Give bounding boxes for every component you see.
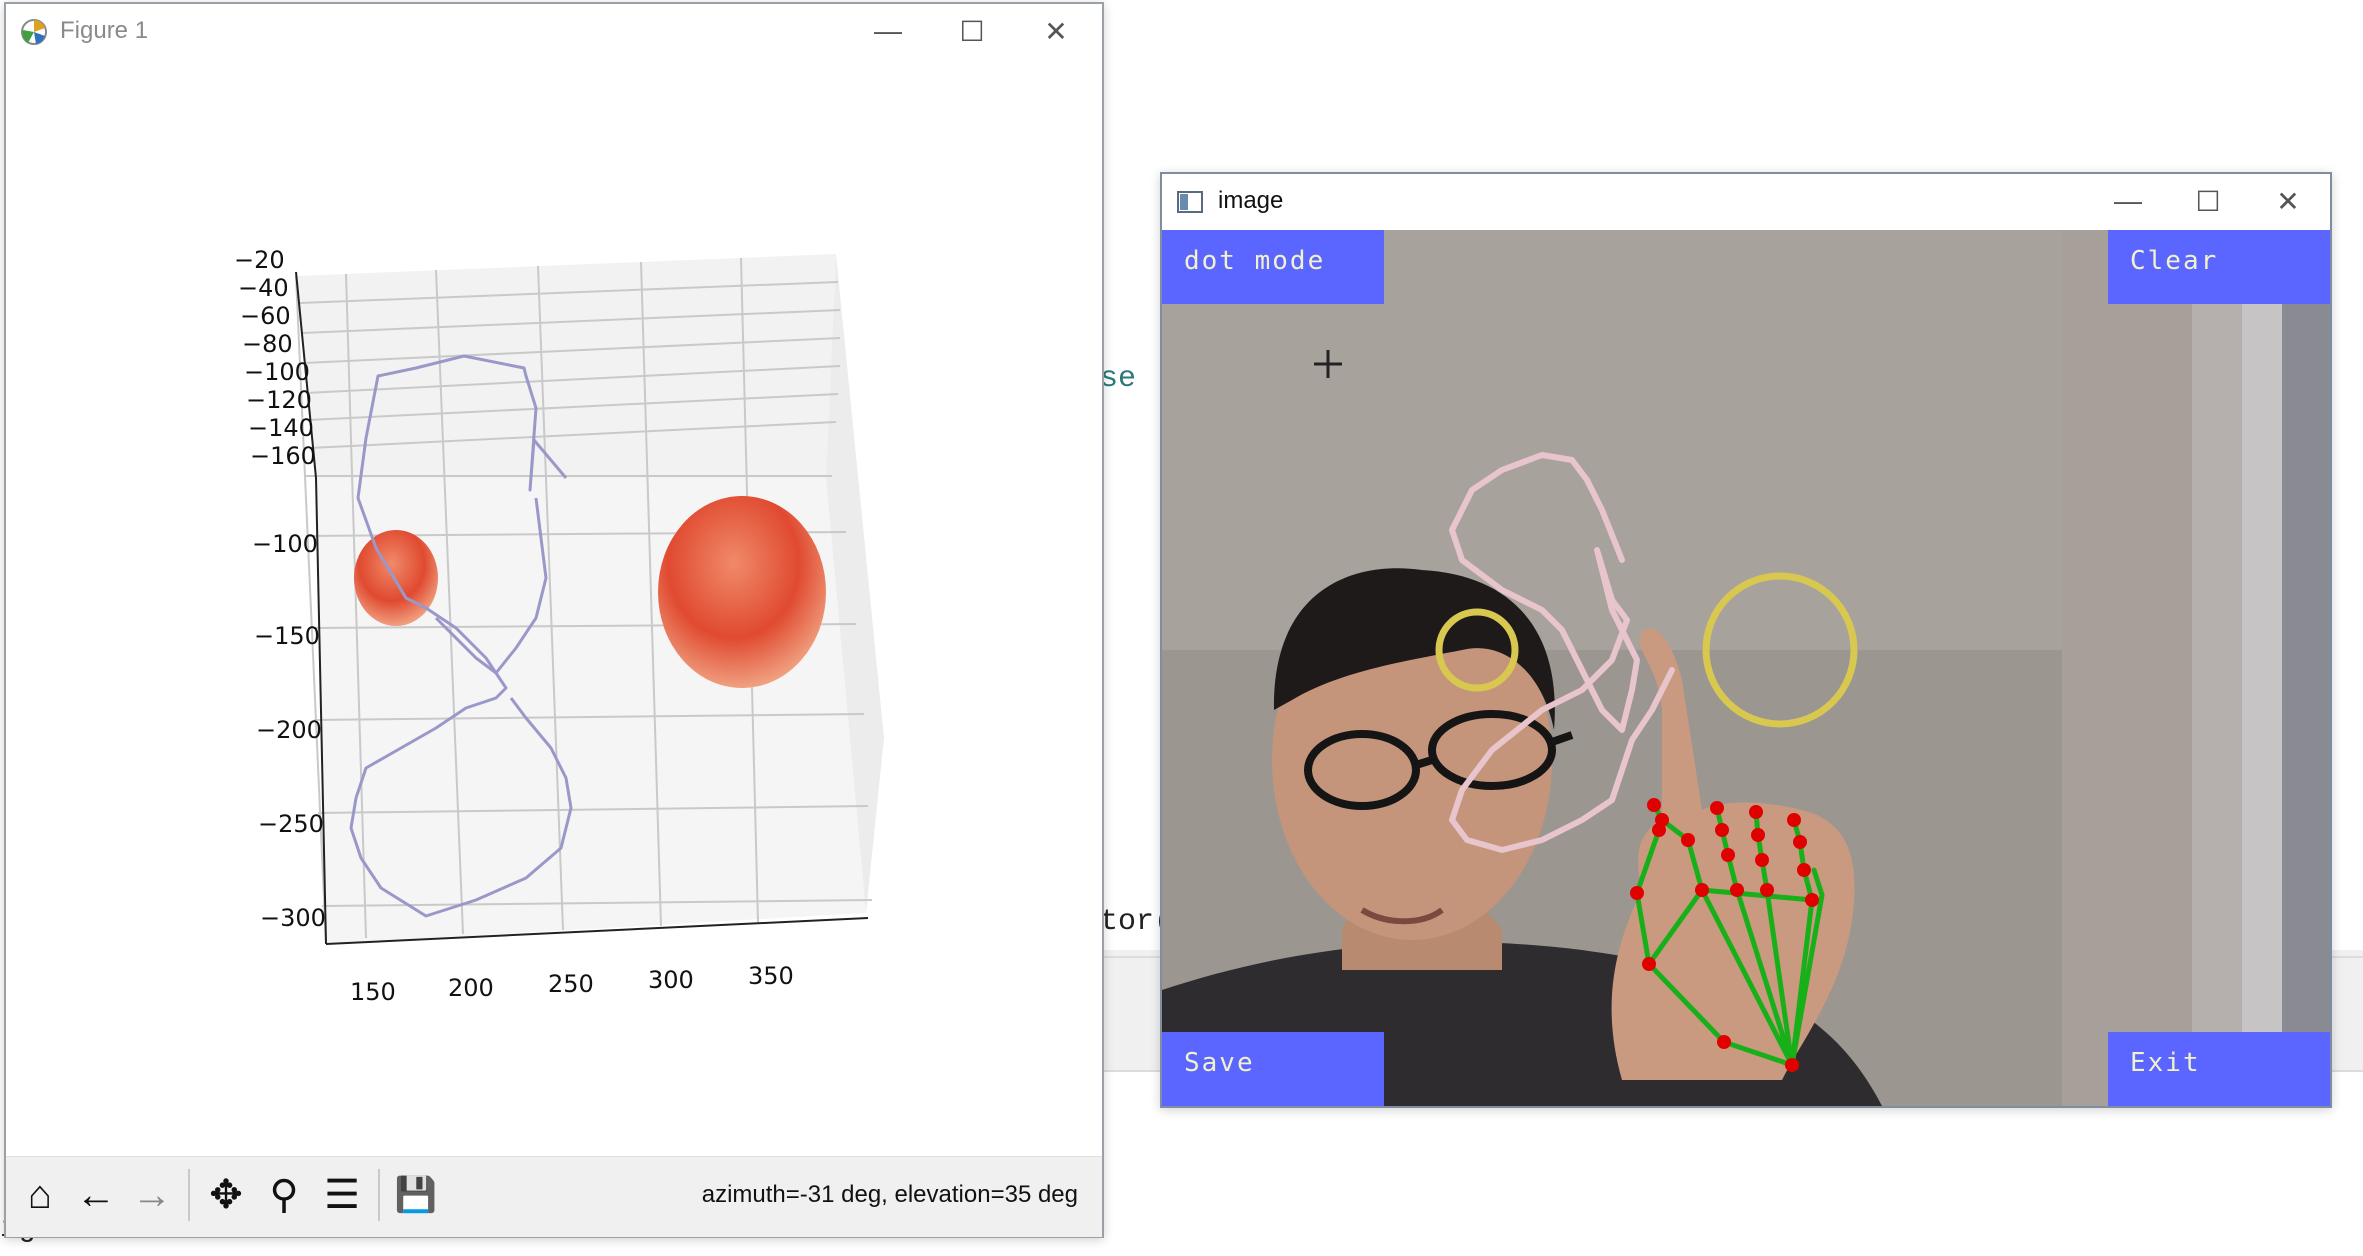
minimize-icon[interactable]: — [848,4,928,58]
z-tick: −140 [248,414,314,442]
navigation-toolbar: ⌂ ← → ✥ ⚲ ☰ 💾 azimuth=-31 deg, elevation… [6,1156,1102,1237]
toolbar-separator [378,1169,380,1221]
y-tick: −200 [256,716,322,744]
exit-label: Exit [2130,1048,2201,1078]
z-tick: −120 [246,386,312,414]
x-axis-ticks: 150 200 250 300 350 [350,962,794,1006]
y-tick: −300 [260,904,326,932]
plot-canvas[interactable]: −20 −40 −60 −80 −100 −120 −140 −160 −100… [6,58,1102,1156]
matplotlib-icon [21,19,47,45]
minimize-icon[interactable]: — [2088,174,2168,228]
pan-icon[interactable]: ✥ [200,1169,252,1221]
dot-mode-button[interactable]: dot mode [1162,230,1384,304]
z-tick: −60 [240,302,291,330]
sphere-small [354,530,438,626]
x-tick: 300 [648,966,694,994]
clear-button[interactable]: Clear [2108,230,2330,304]
sphere-large [658,496,826,688]
y-tick: −150 [254,622,320,650]
save-icon[interactable]: 💾 [390,1169,442,1221]
x-tick: 250 [548,970,594,998]
y-axis-ticks: −100 −150 −200 −250 −300 [252,530,326,932]
x-tick: 350 [748,962,794,990]
close-icon[interactable]: ✕ [2248,174,2328,228]
save-button[interactable]: Save [1162,1032,1384,1106]
forward-arrow-icon[interactable]: → [126,1169,178,1221]
maximize-icon[interactable]: ☐ [2168,174,2248,228]
camera-frame [1162,230,2330,1106]
z-tick: −160 [250,442,316,470]
home-icon[interactable]: ⌂ [14,1169,66,1221]
exit-button[interactable]: Exit [2108,1032,2330,1106]
x-tick: 200 [448,974,494,1002]
maximize-icon[interactable]: ☐ [932,4,1012,58]
camera-feed[interactable]: dot mode Clear Save Exit [1162,230,2330,1106]
z-tick: −20 [234,246,285,274]
configure-subplots-icon[interactable]: ☰ [316,1169,368,1221]
z-tick: −40 [238,274,289,302]
clear-label: Clear [2130,246,2219,276]
y-tick: −250 [258,810,324,838]
title-bar[interactable]: Figure 1 — ☐ ✕ [6,4,1102,58]
opencv-window-icon [1177,191,1203,213]
dot-mode-label: dot mode [1184,246,1326,276]
3d-axes[interactable]: −20 −40 −60 −80 −100 −120 −140 −160 −100… [6,58,1102,1156]
editor-fragment: se [1100,362,1137,396]
window-title: Figure 1 [60,17,149,44]
image-window: image — ☐ ✕ dot mode Clear Save Exit [1160,172,2332,1108]
toolbar-separator [188,1169,190,1221]
z-tick: −80 [242,330,293,358]
window-title: image [1218,187,1284,214]
status-readout: azimuth=-31 deg, elevation=35 deg [701,1181,1078,1208]
title-bar[interactable]: image — ☐ ✕ [1162,174,2330,228]
y-tick: −100 [252,530,318,558]
close-icon[interactable]: ✕ [1016,4,1096,58]
back-arrow-icon[interactable]: ← [70,1169,122,1221]
x-tick: 150 [350,978,396,1006]
save-label: Save [1184,1048,1255,1078]
z-tick: −100 [244,358,310,386]
figure-window: Figure 1 — ☐ ✕ −20 −40 −60 −80 −100 −120… [4,2,1104,1238]
zoom-icon[interactable]: ⚲ [258,1169,310,1221]
